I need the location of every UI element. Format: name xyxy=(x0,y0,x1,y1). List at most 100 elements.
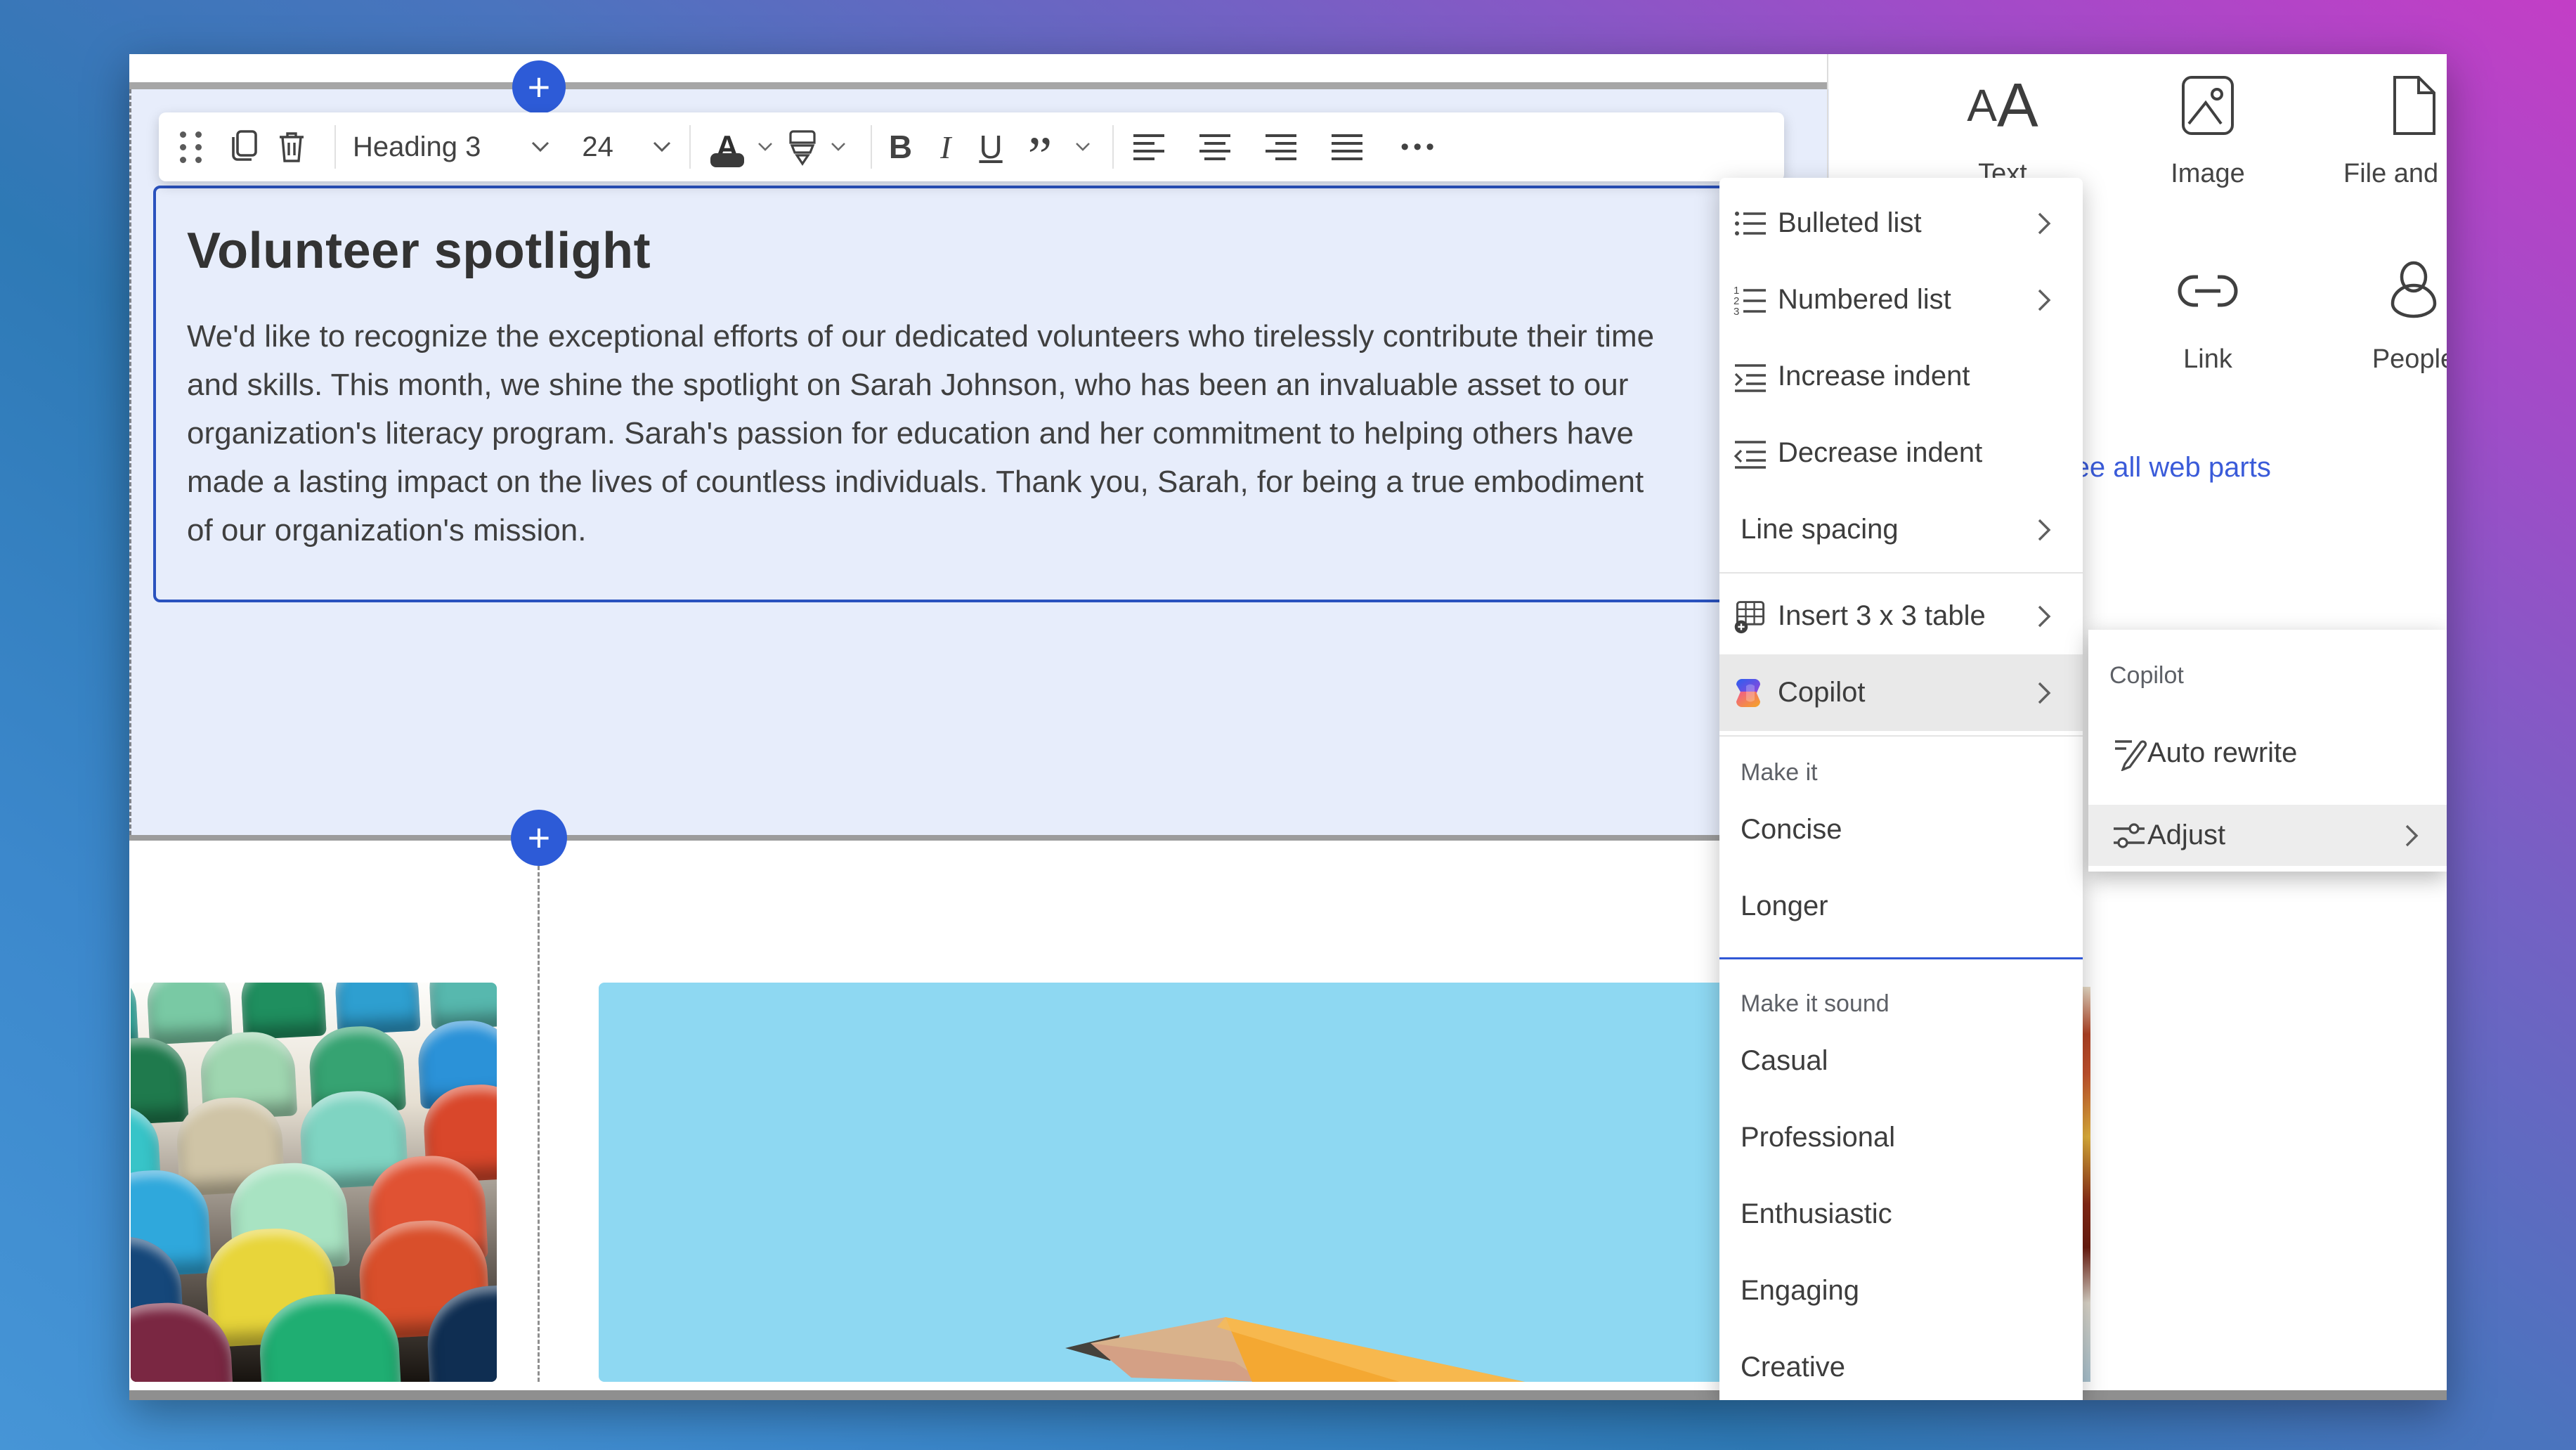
menu-item-copilot[interactable]: Copilot xyxy=(1719,654,2083,731)
menu-separator xyxy=(1719,735,2083,737)
see-all-web-parts-link[interactable]: See all web parts xyxy=(2055,452,2271,484)
pencil-illustration xyxy=(599,983,1739,1382)
webpart-label: File and Media xyxy=(2343,159,2447,189)
more-options-button[interactable]: ••• xyxy=(1400,134,1438,161)
toolbar-divider xyxy=(689,125,691,169)
align-left-button[interactable] xyxy=(1131,131,1167,162)
chair-shape xyxy=(257,1291,403,1382)
webpart-file-and-media[interactable]: File and Media xyxy=(2343,70,2447,189)
menu-item-numbered-list[interactable]: 123 Numbered list xyxy=(1719,261,2083,338)
menu-item-concise[interactable]: Concise xyxy=(1719,791,2083,868)
numbered-list-icon: 123 xyxy=(1732,282,1769,318)
toolbar-divider xyxy=(334,125,336,169)
toolbar-divider xyxy=(1112,125,1114,169)
horizontal-scrollbar[interactable] xyxy=(129,1390,2447,1400)
submenu-item-auto-rewrite[interactable]: Auto rewrite xyxy=(2088,718,2447,788)
menu-item-longer[interactable]: Longer xyxy=(1719,868,2083,945)
chevron-down-icon[interactable] xyxy=(757,141,774,153)
hidden-photo-edge xyxy=(2083,987,2090,1382)
chair-shape xyxy=(425,1282,497,1382)
menu-section-header-make-it-sound: Make it sound xyxy=(1719,972,2083,1023)
chevron-right-icon xyxy=(2035,680,2053,706)
image-webpart-icon xyxy=(2138,70,2278,141)
text-format-toolbar: Heading 3 24 A B I U ” xyxy=(159,112,1784,181)
decrease-indent-icon xyxy=(1732,435,1769,472)
menu-item-engaging[interactable]: Engaging xyxy=(1719,1252,2083,1329)
text-style-value: Heading 3 xyxy=(353,131,481,163)
delete-button[interactable] xyxy=(275,129,308,165)
menu-item-bulleted-list[interactable]: Bulleted list xyxy=(1719,185,2083,261)
chevron-right-icon xyxy=(2035,603,2053,630)
quote-button[interactable]: ” xyxy=(1028,127,1053,167)
webpart-label: Link xyxy=(2138,344,2278,375)
copy-icon xyxy=(229,129,261,165)
menu-separator-blue xyxy=(1719,957,2083,959)
duplicate-button[interactable] xyxy=(229,129,261,165)
bold-button[interactable]: B xyxy=(889,128,912,166)
toolbar-divider xyxy=(871,125,872,169)
submenu-item-adjust[interactable]: Adjust xyxy=(2088,805,2447,866)
copilot-icon xyxy=(1732,675,1769,711)
submenu-header-copilot: Copilot xyxy=(2109,662,2184,690)
webpart-label: People xyxy=(2343,344,2447,375)
webpart-link[interactable]: Link xyxy=(2138,256,2278,375)
chairs-photo[interactable] xyxy=(131,983,497,1382)
article-title: Volunteer spotlight xyxy=(187,222,1687,280)
text-context-menu: Bulleted list 123 Numbered list Increase… xyxy=(1719,178,2083,1400)
align-center-icon xyxy=(1197,131,1233,162)
chevron-down-icon[interactable] xyxy=(1074,141,1091,153)
bulleted-list-icon xyxy=(1732,205,1769,242)
chevron-right-icon xyxy=(2035,210,2053,237)
highlighter-icon xyxy=(785,127,820,167)
insert-table-icon xyxy=(1732,598,1769,635)
pencil-photo[interactable] xyxy=(599,983,1739,1382)
article-paragraph: We'd like to recognize the exceptional e… xyxy=(187,312,1677,555)
text-style-dropdown[interactable]: Heading 3 xyxy=(353,131,551,163)
align-left-icon xyxy=(1131,131,1167,162)
chevron-right-icon xyxy=(2035,287,2053,313)
align-center-button[interactable] xyxy=(1197,131,1233,162)
highlight-color-button[interactable] xyxy=(785,127,820,167)
underline-button[interactable]: U xyxy=(979,128,1002,166)
chevron-down-icon xyxy=(651,140,672,154)
chair-shape xyxy=(131,1300,235,1382)
text-webpart-icon: AA xyxy=(1932,70,2073,141)
file-webpart-icon xyxy=(2343,70,2447,141)
menu-item-insert-table[interactable]: Insert 3 x 3 table xyxy=(1719,578,2083,654)
justify-button[interactable] xyxy=(1329,131,1365,162)
font-color-swatch xyxy=(710,153,744,167)
increase-indent-icon xyxy=(1732,358,1769,395)
menu-item-increase-indent[interactable]: Increase indent xyxy=(1719,338,2083,415)
menu-item-creative[interactable]: Creative xyxy=(1719,1329,2083,1400)
sharepoint-editor-window: + + Volunteer spotlight We'd like to rec… xyxy=(129,54,2447,1400)
auto-rewrite-icon xyxy=(2111,734,2147,771)
justify-icon xyxy=(1329,131,1365,162)
menu-item-professional[interactable]: Professional xyxy=(1719,1099,2083,1176)
font-size-dropdown[interactable]: 24 xyxy=(582,131,672,163)
chevron-down-icon[interactable] xyxy=(830,141,847,153)
menu-item-casual[interactable]: Casual xyxy=(1719,1023,2083,1099)
font-color-button[interactable]: A xyxy=(708,129,747,164)
canvas-top-scrollbar[interactable] xyxy=(129,82,1827,89)
chevron-right-icon xyxy=(2035,517,2053,543)
link-webpart-icon xyxy=(2138,256,2278,326)
chevron-right-icon xyxy=(2402,822,2421,849)
font-size-value: 24 xyxy=(582,131,613,163)
menu-item-line-spacing[interactable]: Line spacing xyxy=(1719,491,2083,568)
webpart-people[interactable]: People xyxy=(2343,256,2447,375)
webpart-image[interactable]: Image xyxy=(2138,70,2278,189)
text-web-part[interactable]: Volunteer spotlight We'd like to recogni… xyxy=(153,186,1739,602)
add-section-button-top[interactable]: + xyxy=(512,60,566,114)
italic-button[interactable]: I xyxy=(940,129,951,166)
adjust-sliders-icon xyxy=(2111,817,2147,854)
menu-item-enthusiastic[interactable]: Enthusiastic xyxy=(1719,1176,2083,1252)
drag-handle-icon[interactable] xyxy=(180,131,202,163)
menu-item-decrease-indent[interactable]: Decrease indent xyxy=(1719,415,2083,491)
webpart-text[interactable]: AA Text xyxy=(1932,70,2073,189)
section-divider-line xyxy=(129,835,1827,841)
svg-text:3: 3 xyxy=(1733,306,1739,318)
align-right-button[interactable] xyxy=(1263,131,1299,162)
add-web-part-button[interactable]: + xyxy=(511,810,567,866)
webpart-label: Image xyxy=(2138,159,2278,189)
align-right-icon xyxy=(1263,131,1299,162)
